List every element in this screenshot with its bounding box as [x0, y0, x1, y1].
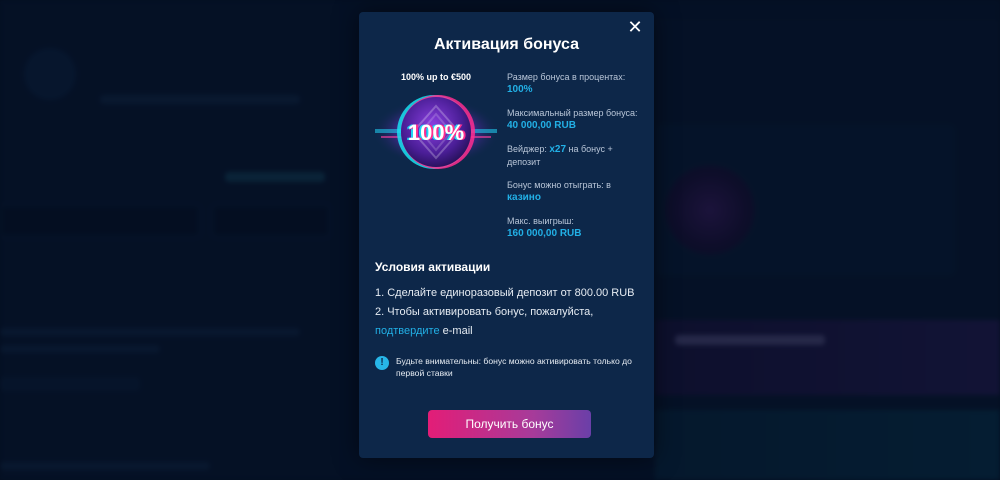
detail-value: 40 000,00 RUB [507, 120, 576, 131]
condition-text: 2. Чтобы активировать бонус, пожалуйста, [375, 306, 594, 318]
info-icon: ! [375, 356, 389, 370]
detail-label: Макс. выигрыш: [507, 216, 574, 226]
detail-label: Вейджер: [507, 144, 547, 154]
bonus-badge-icon: 100% 100% 100% [372, 95, 500, 169]
bonus-details: Размер бонуса в процентах: 100% Максимал… [507, 71, 647, 251]
detail-playable-in: Бонус можно отыграть: в казино [507, 179, 647, 204]
bonus-image: 100% 100% 100% [371, 84, 501, 180]
detail-percent: Размер бонуса в процентах: 100% [507, 71, 647, 96]
note-text: Будьте внимательны: бонус можно активиро… [396, 356, 632, 378]
detail-wager: Вейджер: x27 на бонус + депозит [507, 143, 647, 168]
modal-title: Активация бонуса [433, 36, 580, 53]
detail-max-win: Макс. выигрыш: 160 000,00 RUB [507, 215, 647, 240]
bonus-caption: 100% up to €500 [400, 72, 472, 82]
bonus-activation-modal: ✕ Активация бонуса 100% up to €500 100% … [359, 12, 654, 458]
detail-value: 100% [507, 84, 533, 95]
detail-label: Максимальный размер бонуса: [507, 108, 638, 118]
condition-text: e-mail [439, 325, 473, 337]
detail-value: x27 [549, 144, 567, 155]
condition-item: 2. Чтобы активировать бонус, пожалуйста,… [375, 303, 645, 341]
confirm-email-link[interactable]: подтвердите [375, 325, 440, 337]
detail-label: Размер бонуса в процентах: [507, 72, 626, 82]
conditions-list: 1. Сделайте единоразовый депозит от 800.… [375, 284, 645, 341]
bonus-badge-text: 100% [408, 120, 464, 145]
detail-max-amount: Максимальный размер бонуса: 40 000,00 RU… [507, 107, 647, 132]
conditions-title: Условия активации [375, 260, 491, 274]
condition-item: 1. Сделайте единоразовый депозит от 800.… [375, 287, 635, 299]
close-icon[interactable]: ✕ [626, 18, 644, 36]
warning-note: ! Будьте внимательны: бонус можно активи… [375, 355, 645, 379]
get-bonus-button[interactable]: Получить бонус [428, 410, 591, 438]
detail-value: 160 000,00 RUB [507, 228, 582, 239]
detail-label: Бонус можно отыграть: в [507, 180, 611, 190]
detail-value: казино [507, 192, 541, 203]
